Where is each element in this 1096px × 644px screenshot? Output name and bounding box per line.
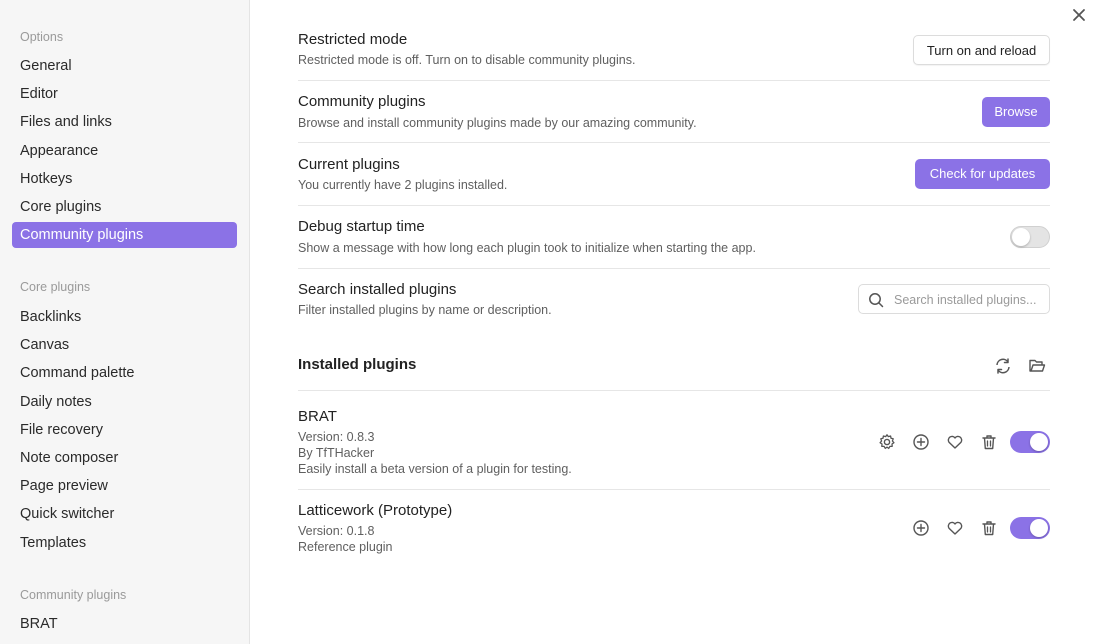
sidebar-item-command-palette[interactable]: Command palette: [12, 360, 237, 386]
debug-startup-toggle[interactable]: [1010, 226, 1050, 248]
sidebar-item-backlinks[interactable]: Backlinks: [12, 304, 237, 330]
plugin-name: BRAT: [298, 408, 337, 425]
plus-circle-icon[interactable]: [910, 517, 932, 539]
divider: [298, 80, 1050, 81]
sidebar-item-appearance[interactable]: Appearance: [12, 138, 237, 164]
sidebar-heading-community-plugins: Community plugins: [20, 588, 127, 602]
sidebar-item-general[interactable]: General: [12, 53, 237, 79]
sidebar-heading-options: Options: [20, 30, 64, 44]
folder-icon[interactable]: [1026, 355, 1048, 377]
sidebar-item-note-composer[interactable]: Note composer: [12, 445, 237, 471]
plus-circle-icon[interactable]: [910, 431, 932, 453]
reload-icon[interactable]: [992, 355, 1014, 377]
restricted-mode-title: Restricted mode: [298, 31, 408, 48]
debug-startup-title: Debug startup time: [298, 218, 425, 235]
heart-icon[interactable]: [944, 431, 966, 453]
sidebar-heading-core-plugins: Core plugins: [20, 280, 91, 294]
plugin-enable-toggle[interactable]: [1010, 431, 1050, 453]
sidebar-item-core-plugins[interactable]: Core plugins: [12, 194, 237, 220]
current-plugins-title: Current plugins: [298, 156, 400, 173]
community-plugins-desc: Browse and install community plugins mad…: [298, 116, 697, 130]
divider: [298, 268, 1050, 269]
gear-icon[interactable]: [876, 431, 898, 453]
plugin-author: By TfTHacker: [298, 446, 375, 460]
plugin-desc: Easily install a beta version of a plugi…: [298, 462, 572, 476]
installed-plugins-heading: Installed plugins: [298, 356, 417, 373]
check-for-updates-button[interactable]: Check for updates: [915, 159, 1050, 189]
sidebar-item-brat[interactable]: BRAT: [12, 611, 237, 637]
sidebar-item-templates[interactable]: Templates: [12, 530, 237, 556]
plugin-enable-toggle[interactable]: [1010, 517, 1050, 539]
divider: [298, 205, 1050, 206]
divider: [298, 142, 1050, 143]
browse-button[interactable]: Browse: [982, 97, 1050, 127]
trash-icon[interactable]: [978, 431, 1000, 453]
search-installed-input[interactable]: [894, 290, 1046, 310]
search-installed-desc: Filter installed plugins by name or desc…: [298, 303, 552, 317]
plugin-name: Latticework (Prototype): [298, 502, 453, 519]
sidebar-item-daily-notes[interactable]: Daily notes: [12, 389, 237, 415]
search-box: [858, 284, 1050, 314]
plugin-version: Version: 0.8.3: [298, 430, 375, 444]
debug-startup-desc: Show a message with how long each plugin…: [298, 241, 756, 255]
search-installed-title: Search installed plugins: [298, 281, 457, 298]
search-icon: [869, 293, 884, 308]
plugin-desc: Reference plugin: [298, 540, 393, 554]
restricted-mode-desc: Restricted mode is off. Turn on to disab…: [298, 53, 636, 67]
trash-icon[interactable]: [978, 517, 1000, 539]
settings-sidebar: Options General Editor Files and links A…: [0, 0, 250, 644]
plugin-version: Version: 0.1.8: [298, 524, 375, 538]
divider: [298, 489, 1050, 490]
sidebar-item-canvas[interactable]: Canvas: [12, 332, 237, 358]
close-icon[interactable]: [1069, 6, 1089, 26]
sidebar-item-page-preview[interactable]: Page preview: [12, 473, 237, 499]
sidebar-item-files-and-links[interactable]: Files and links: [12, 109, 237, 135]
heart-icon[interactable]: [944, 517, 966, 539]
sidebar-item-quick-switcher[interactable]: Quick switcher: [12, 501, 237, 527]
sidebar-item-community-plugins[interactable]: Community plugins: [12, 222, 237, 248]
current-plugins-desc: You currently have 2 plugins installed.: [298, 178, 508, 192]
turn-on-and-reload-button[interactable]: Turn on and reload: [913, 35, 1050, 65]
community-plugins-title: Community plugins: [298, 93, 426, 110]
sidebar-item-hotkeys[interactable]: Hotkeys: [12, 166, 237, 192]
sidebar-item-editor[interactable]: Editor: [12, 81, 237, 107]
divider: [298, 390, 1050, 391]
sidebar-item-file-recovery[interactable]: File recovery: [12, 417, 237, 443]
